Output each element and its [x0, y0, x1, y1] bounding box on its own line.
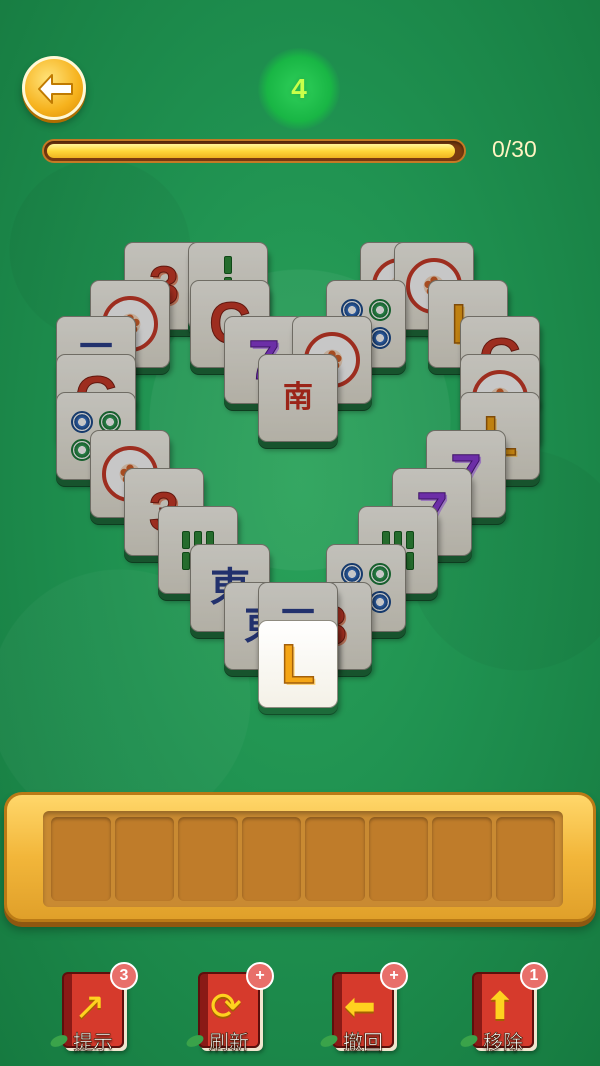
tile-south-glyph: 南 — [283, 380, 313, 415]
circle-dot — [369, 591, 391, 613]
undo-arrow-icon: ⬅ — [344, 986, 376, 1028]
hint-arrow-icon: ↗ — [74, 986, 106, 1028]
refresh-label: 刷新 — [209, 1032, 250, 1055]
tile-L-selected-glyph: L — [280, 632, 316, 695]
circle-dot — [71, 411, 93, 433]
tile-L-selected[interactable]: L — [258, 620, 338, 708]
undo-button[interactable]: ⬅ 撤回 + — [318, 962, 408, 1056]
hint-count-badge: 3 — [110, 962, 138, 990]
bamboo-stick — [224, 256, 232, 274]
undo-label: 撤回 — [343, 1032, 384, 1055]
tray-slot — [432, 817, 492, 901]
remove-label: 移除 — [483, 1032, 524, 1055]
tray-slot — [114, 817, 174, 901]
hint-label: 提示 — [73, 1032, 114, 1055]
refresh-button[interactable]: ⟳ 刷新 + — [184, 962, 274, 1056]
tray-slot — [51, 817, 111, 901]
tile-tray — [4, 792, 596, 922]
circle-dot — [369, 299, 391, 321]
refresh-icon: ⟳ — [210, 986, 242, 1028]
tray-slots — [43, 811, 563, 907]
undo-add-badge: + — [380, 962, 408, 990]
bamboo-stick — [406, 530, 414, 549]
remove-count-badge: 1 — [520, 962, 548, 990]
remove-button[interactable]: ⬆ 移除 1 — [458, 962, 548, 1056]
tray-slot — [495, 817, 555, 901]
remove-up-arrow-icon: ⬆ — [484, 986, 516, 1028]
bamboo-stick — [182, 530, 190, 549]
bamboo-stick — [406, 551, 414, 570]
refresh-add-badge: + — [246, 962, 274, 990]
tray-slot — [368, 817, 428, 901]
tray-slot — [178, 817, 238, 901]
tray-slot — [305, 817, 365, 901]
tray-slot — [241, 817, 301, 901]
hint-button[interactable]: ↗ 提示 3 — [48, 962, 138, 1056]
bamboo-stick — [182, 551, 190, 570]
tile-board: 3✿✿✿CL三7✿CC南✿L✿737東東3三L — [0, 0, 600, 740]
circle-dot — [369, 327, 391, 349]
tile-south[interactable]: 南 — [258, 354, 338, 442]
circle-dot — [369, 563, 391, 585]
